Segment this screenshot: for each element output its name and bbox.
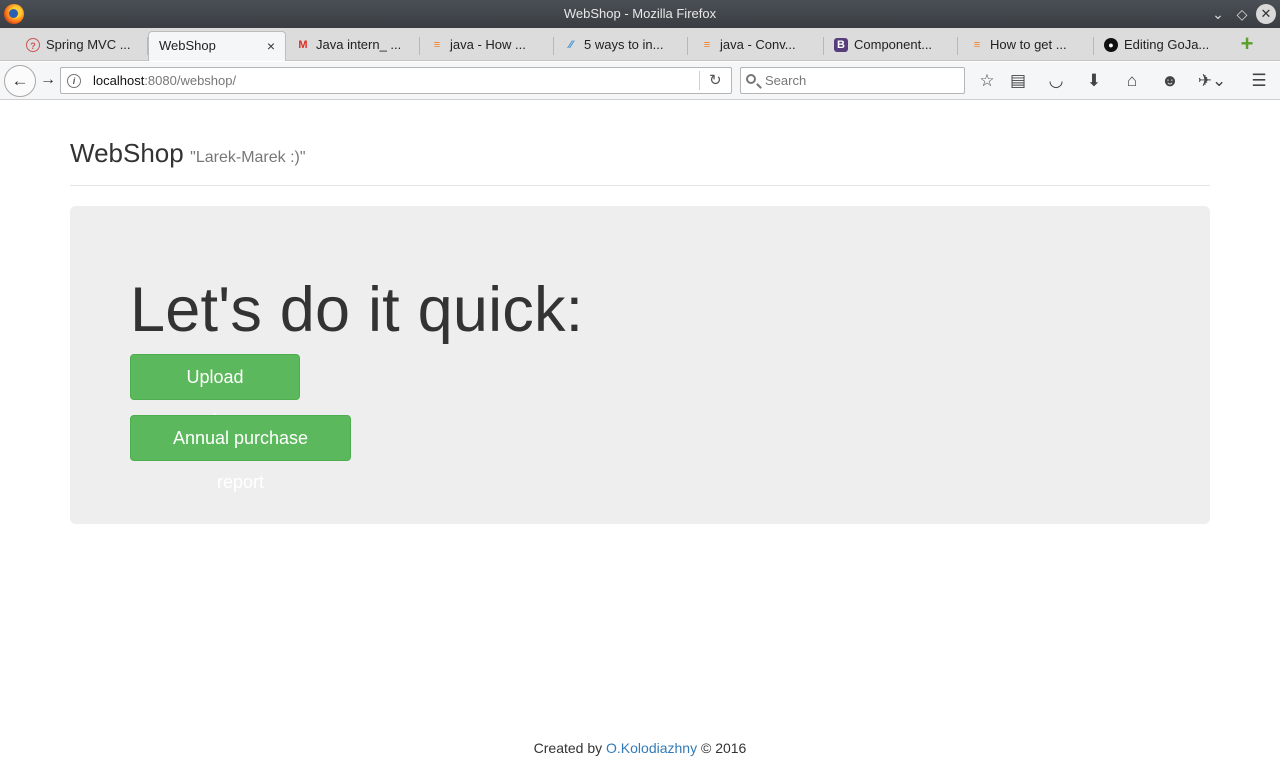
forward-button[interactable]: → (38, 70, 58, 90)
minimize-icon[interactable]: ⌄ (1208, 4, 1228, 24)
url-bar[interactable]: i localhost:8080/webshop/ ↻ (60, 67, 732, 94)
tab-label: WebShop (159, 38, 216, 53)
stackoverflow-icon: ≡ (433, 39, 441, 51)
window-title: WebShop - Mozilla Firefox (563, 6, 717, 21)
url-host: localhost (93, 73, 145, 88)
search-input[interactable] (763, 71, 958, 90)
hamburger-menu-icon[interactable]: ☰ (1248, 70, 1270, 92)
tab-label: Editing GoJa... (1124, 37, 1210, 52)
header-divider (70, 185, 1210, 186)
bookmark-star-icon[interactable]: ☆ (976, 70, 998, 92)
tab-how-to-get[interactable]: ≡ How to get ... (962, 31, 1094, 61)
github-icon: ● (1104, 38, 1118, 52)
tab-webshop[interactable]: WebShop × (148, 31, 286, 61)
stackoverflow-icon: ≡ (703, 39, 711, 51)
site-info-icon[interactable]: i (67, 74, 81, 88)
tab-strip: ? Spring MVC ... WebShop × M Java intern… (0, 28, 1280, 61)
footer-prefix: Created by (533, 740, 603, 756)
downloads-icon[interactable]: ⬇ (1083, 70, 1105, 92)
reload-icon[interactable]: ↻ (709, 68, 722, 93)
tab-java-intern[interactable]: M Java intern_ ... (288, 31, 420, 61)
close-window-icon[interactable]: ✕ (1256, 4, 1276, 24)
pocket-icon[interactable]: ◡ (1045, 70, 1067, 92)
jumbotron: Let's do it quick: Upload purchase Annua… (70, 206, 1210, 524)
stackoverflow-icon: ≡ (973, 39, 981, 51)
maximize-icon[interactable]: ◇ (1232, 4, 1252, 24)
upload-purchase-button[interactable]: Upload purchase (130, 354, 300, 431)
footer: Created by O.Kolodiazhny © 2016 (0, 740, 1280, 756)
extension-menu-icon[interactable]: ✈⌄ (1195, 70, 1229, 92)
page-content: WebShop "Larek-Marek :)" Let's do it qui… (0, 100, 1280, 764)
tab-label: java - How ... (450, 37, 526, 52)
reading-list-icon[interactable]: ▤ (1007, 70, 1029, 92)
bootstrap-icon: B (834, 38, 848, 52)
tab-label: java - Conv... (720, 37, 796, 52)
annual-report-button[interactable]: Annual purchase report (130, 415, 351, 492)
site-header: WebShop "Larek-Marek :)" (70, 138, 306, 169)
spring-icon: ? (26, 38, 40, 52)
search-bar[interactable] (740, 67, 965, 94)
footer-copyright: © 2016 (700, 740, 747, 756)
brand-tagline: "Larek-Marek :)" (190, 149, 306, 166)
tab-spring-mvc[interactable]: ? Spring MVC ... (18, 31, 148, 61)
tab-5-ways[interactable]: ⁄⁄ 5 ways to in... (556, 31, 688, 61)
tab-java-how[interactable]: ≡ java - How ... (422, 31, 554, 61)
tab-editing-goja[interactable]: ● Editing GoJa... (1096, 31, 1228, 61)
new-tab-button[interactable]: + (1238, 33, 1256, 55)
page-heading: Let's do it quick: (130, 275, 584, 345)
back-button[interactable]: ← (4, 65, 36, 97)
author-link[interactable]: O.Kolodiazhny (606, 740, 697, 756)
tab-label: How to get ... (990, 37, 1067, 52)
window-titlebar: WebShop - Mozilla Firefox ⌄ ◇ ✕ (0, 0, 1280, 28)
search-icon (746, 74, 756, 84)
navigation-toolbar: ← → i localhost:8080/webshop/ ↻ ☆ ▤ ◡ ⬇ … (0, 62, 1280, 100)
tab-label: Java intern_ ... (316, 37, 402, 52)
tab-label: Spring MVC ... (46, 37, 131, 52)
tab-components[interactable]: B Component... (826, 31, 958, 61)
brand-name: WebShop (70, 138, 184, 168)
tab-java-conv[interactable]: ≡ java - Conv... (692, 31, 824, 61)
url-path: :8080/webshop/ (144, 73, 237, 88)
url-text[interactable]: localhost:8080/webshop/ (93, 68, 236, 93)
hello-chat-icon[interactable]: ☻ (1159, 70, 1181, 92)
home-icon[interactable]: ⌂ (1121, 70, 1143, 92)
tab-label: Component... (854, 37, 933, 52)
stripes-icon: ⁄⁄ (569, 39, 573, 51)
gmail-icon: M (298, 39, 308, 51)
close-tab-icon[interactable]: × (267, 32, 275, 60)
tab-label: 5 ways to in... (584, 37, 664, 52)
